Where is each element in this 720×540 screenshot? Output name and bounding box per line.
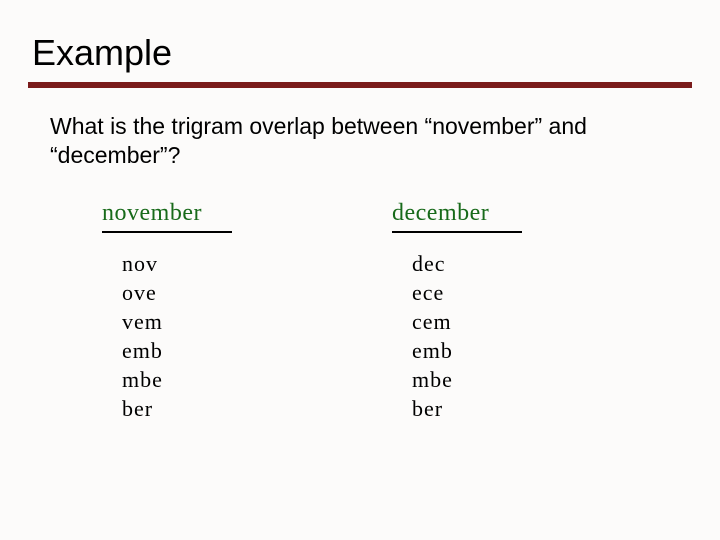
word-label-left: november bbox=[102, 200, 202, 227]
trigram-item: mbe bbox=[412, 367, 453, 393]
trigram-list-left: nov ove vem emb mbe ber bbox=[122, 251, 163, 422]
trigram-item: dec bbox=[412, 251, 453, 277]
trigram-item: vem bbox=[122, 309, 163, 335]
word-label-right: december bbox=[392, 200, 489, 227]
title-underline bbox=[28, 82, 692, 88]
trigram-item: emb bbox=[122, 338, 163, 364]
trigram-list-right: dec ece cem emb mbe ber bbox=[412, 251, 453, 422]
slide: Example What is the trigram overlap betw… bbox=[0, 0, 720, 422]
word-underline-left bbox=[102, 231, 232, 233]
trigram-item: mbe bbox=[122, 367, 163, 393]
trigram-item: ber bbox=[122, 396, 163, 422]
column-right: december dec ece cem emb mbe ber bbox=[392, 200, 522, 422]
trigram-item: ber bbox=[412, 396, 453, 422]
trigram-item: cem bbox=[412, 309, 453, 335]
trigram-item: ove bbox=[122, 280, 163, 306]
word-underline-right bbox=[392, 231, 522, 233]
trigram-item: nov bbox=[122, 251, 163, 277]
columns-container: november nov ove vem emb mbe ber decembe… bbox=[102, 200, 692, 422]
trigram-item: ece bbox=[412, 280, 453, 306]
column-left: november nov ove vem emb mbe ber bbox=[102, 200, 232, 422]
slide-title: Example bbox=[32, 32, 692, 74]
question-text: What is the trigram overlap between “nov… bbox=[50, 112, 652, 170]
trigram-item: emb bbox=[412, 338, 453, 364]
